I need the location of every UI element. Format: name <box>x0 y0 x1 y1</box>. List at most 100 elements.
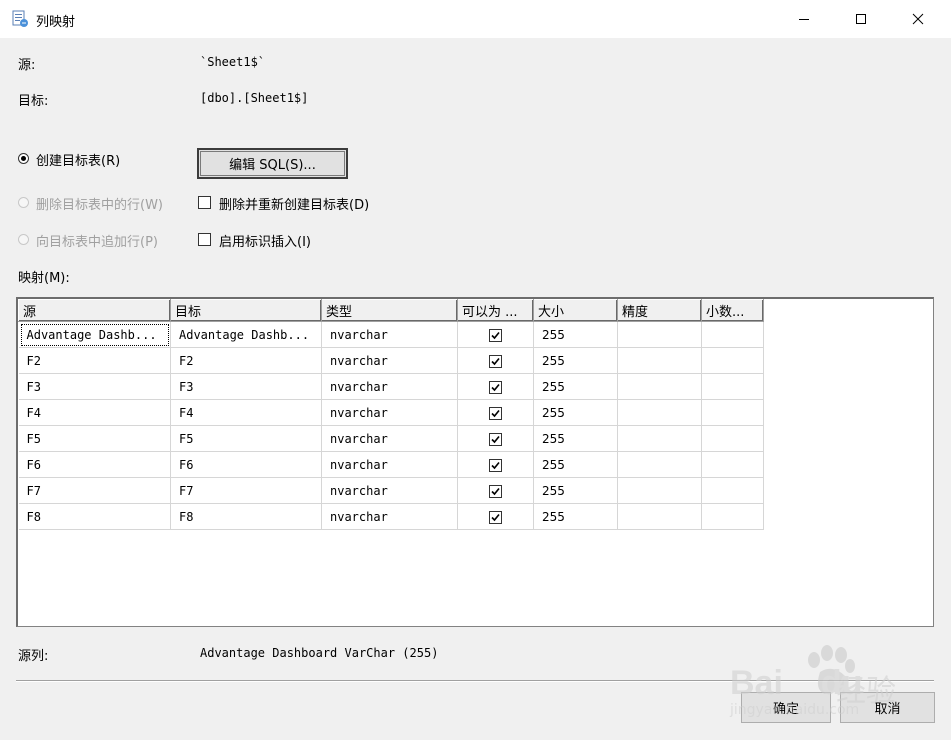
append-rows-radio[interactable] <box>18 234 29 245</box>
cell-source[interactable]: Advantage Dashb... <box>18 321 171 348</box>
cell-type[interactable]: nvarchar <box>321 399 458 426</box>
column-header-source[interactable]: 源 <box>18 299 171 322</box>
edit-sql-button[interactable]: 编辑 SQL(S)... <box>197 148 348 179</box>
enable-identity-checkbox[interactable] <box>198 233 211 246</box>
cell-type[interactable]: nvarchar <box>321 373 458 400</box>
cell-size[interactable]: 255 <box>533 373 618 400</box>
column-header-target[interactable]: 目标 <box>170 299 322 322</box>
cell-type[interactable]: nvarchar <box>321 321 458 348</box>
nullable-checkbox[interactable] <box>489 484 502 498</box>
table-row[interactable]: F2 F2 nvarchar 255 <box>18 347 764 374</box>
minimize-button[interactable] <box>781 0 827 38</box>
watermark-url: jingyan.baidu.com <box>730 702 860 718</box>
maximize-button[interactable] <box>838 0 884 38</box>
cell-scale[interactable] <box>701 399 764 426</box>
nullable-checkbox[interactable] <box>489 328 502 342</box>
cell-source[interactable]: F6 <box>18 451 171 478</box>
cell-nullable[interactable] <box>457 477 534 504</box>
append-rows-label[interactable]: 向目标表中追加行(P) <box>36 231 158 250</box>
column-header-scale[interactable]: 小数... <box>701 299 764 322</box>
nullable-checkbox[interactable] <box>489 354 502 368</box>
nullable-checkbox[interactable] <box>489 510 502 524</box>
cell-nullable[interactable] <box>457 399 534 426</box>
cell-size[interactable]: 255 <box>533 347 618 374</box>
cell-precision[interactable] <box>617 477 702 504</box>
cell-type[interactable]: nvarchar <box>321 503 458 530</box>
delete-rows-label[interactable]: 删除目标表中的行(W) <box>36 194 163 213</box>
create-table-label[interactable]: 创建目标表(R) <box>36 150 120 169</box>
column-header-size[interactable]: 大小 <box>533 299 618 322</box>
source-label: 源: <box>18 58 36 73</box>
cell-scale[interactable] <box>701 425 764 452</box>
cell-type[interactable]: nvarchar <box>321 477 458 504</box>
table-row[interactable]: F7 F7 nvarchar 255 <box>18 477 764 504</box>
cell-nullable[interactable] <box>457 347 534 374</box>
cell-source[interactable]: F7 <box>18 477 171 504</box>
cell-scale[interactable] <box>701 373 764 400</box>
table-row[interactable]: F6 F6 nvarchar 255 <box>18 451 764 478</box>
cell-source[interactable]: F3 <box>18 373 171 400</box>
drop-recreate-label[interactable]: 删除并重新创建目标表(D) <box>219 194 369 213</box>
cell-nullable[interactable] <box>457 373 534 400</box>
cell-precision[interactable] <box>617 425 702 452</box>
column-header-precision[interactable]: 精度 <box>617 299 702 322</box>
close-button[interactable] <box>895 0 941 38</box>
enable-identity-label[interactable]: 启用标识插入(I) <box>219 231 311 250</box>
cell-target[interactable]: F8 <box>170 503 322 530</box>
cell-size[interactable]: 255 <box>533 399 618 426</box>
cell-scale[interactable] <box>701 321 764 348</box>
table-row[interactable]: Advantage Dashb... Advantage Dashb... nvar… <box>18 321 764 348</box>
cell-target[interactable]: F6 <box>170 451 322 478</box>
cell-target[interactable]: Advantage Dashb... <box>170 321 322 348</box>
delete-rows-radio[interactable] <box>18 197 29 208</box>
cell-precision[interactable] <box>617 503 702 530</box>
title-bar: 列映射 <box>0 0 951 38</box>
cell-precision[interactable] <box>617 347 702 374</box>
nullable-checkbox[interactable] <box>489 406 502 420</box>
cell-precision[interactable] <box>617 321 702 348</box>
cell-precision[interactable] <box>617 399 702 426</box>
cell-scale[interactable] <box>701 347 764 374</box>
drop-recreate-checkbox[interactable] <box>198 196 211 209</box>
column-header-nullable[interactable]: 可以为 ... <box>457 299 534 322</box>
nullable-checkbox[interactable] <box>489 432 502 446</box>
cell-scale[interactable] <box>701 451 764 478</box>
cell-target[interactable]: F5 <box>170 425 322 452</box>
cell-type[interactable]: nvarchar <box>321 425 458 452</box>
nullable-checkbox[interactable] <box>489 458 502 472</box>
cell-target[interactable]: F2 <box>170 347 322 374</box>
cell-type[interactable]: nvarchar <box>321 451 458 478</box>
cell-scale[interactable] <box>701 503 764 530</box>
cell-source[interactable]: F4 <box>18 399 171 426</box>
cell-target[interactable]: F3 <box>170 373 322 400</box>
table-row[interactable]: F3 F3 nvarchar 255 <box>18 373 764 400</box>
nullable-checkbox[interactable] <box>489 380 502 394</box>
cell-nullable[interactable] <box>457 321 534 348</box>
mapping-grid[interactable]: 源 目标 类型 可以为 ... 大小 精度 小数... Advantage Da… <box>16 297 934 627</box>
cell-precision[interactable] <box>617 373 702 400</box>
cell-size[interactable]: 255 <box>533 425 618 452</box>
table-row[interactable]: F8 F8 nvarchar 255 <box>18 503 764 530</box>
cell-source[interactable]: F2 <box>18 347 171 374</box>
cell-nullable[interactable] <box>457 503 534 530</box>
cell-size[interactable]: 255 <box>533 451 618 478</box>
column-header-type[interactable]: 类型 <box>321 299 458 322</box>
table-row[interactable]: F4 F4 nvarchar 255 <box>18 399 764 426</box>
table-row[interactable]: F5 F5 nvarchar 255 <box>18 425 764 452</box>
cell-target[interactable]: F4 <box>170 399 322 426</box>
check-icon <box>491 487 500 495</box>
cell-nullable[interactable] <box>457 451 534 478</box>
cell-scale[interactable] <box>701 477 764 504</box>
cell-nullable[interactable] <box>457 425 534 452</box>
cell-size[interactable]: 255 <box>533 477 618 504</box>
cell-source[interactable]: F8 <box>18 503 171 530</box>
cell-size[interactable]: 255 <box>533 503 618 530</box>
cell-type[interactable]: nvarchar <box>321 347 458 374</box>
maximize-icon <box>856 14 866 24</box>
cell-target[interactable]: F7 <box>170 477 322 504</box>
cell-source[interactable]: F5 <box>18 425 171 452</box>
check-icon <box>491 513 500 521</box>
create-table-radio[interactable] <box>18 153 29 164</box>
cell-precision[interactable] <box>617 451 702 478</box>
cell-size[interactable]: 255 <box>533 321 618 348</box>
